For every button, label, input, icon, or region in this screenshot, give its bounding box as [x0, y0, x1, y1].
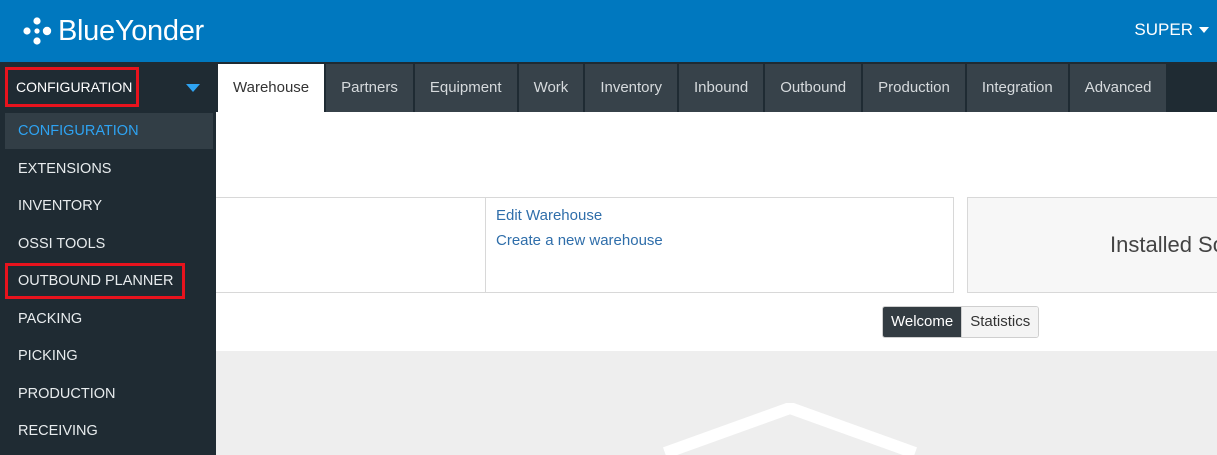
create-warehouse-link[interactable]: Create a new warehouse — [496, 232, 663, 249]
brand-name: BlueYonder — [58, 14, 204, 47]
welcome-content-area — [216, 351, 1217, 455]
dropdown-item-extensions[interactable]: EXTENSIONS — [5, 151, 213, 187]
edit-warehouse-link[interactable]: Edit Warehouse — [496, 207, 602, 224]
installed-panel: Installed So — [967, 197, 1217, 293]
module-dropdown: CONFIGURATION EXTENSIONS INVENTORY OSSI … — [0, 112, 216, 455]
warehouse-info-panel — [216, 197, 486, 293]
dropdown-item-configuration[interactable]: CONFIGURATION — [5, 113, 213, 149]
tab-integration[interactable]: Integration — [966, 64, 1068, 112]
user-menu[interactable]: SUPER — [1134, 20, 1209, 40]
chevron-down-icon[interactable] — [186, 84, 200, 92]
dropdown-item-production[interactable]: PRODUCTION — [5, 376, 213, 412]
warehouse-actions-panel: Edit Warehouse Create a new warehouse — [485, 197, 954, 293]
module-selector-button[interactable]: CONFIGURATION — [5, 67, 139, 107]
warehouse-graphic-icon — [662, 403, 918, 455]
welcome-button[interactable]: Welcome — [883, 307, 962, 337]
main-nav: CONFIGURATION Warehouse Partners Equipme… — [0, 62, 1217, 112]
installed-panel-title: Installed So — [1110, 232, 1217, 257]
tab-work[interactable]: Work — [518, 64, 584, 112]
tab-outbound[interactable]: Outbound — [765, 64, 862, 112]
view-toggle: Welcome Statistics — [882, 306, 1040, 338]
tab-production[interactable]: Production — [863, 64, 965, 112]
dropdown-item-receiving[interactable]: RECEIVING — [5, 413, 213, 449]
module-selector: CONFIGURATION — [0, 62, 216, 112]
user-name: SUPER — [1134, 20, 1193, 39]
tab-warehouse[interactable]: Warehouse — [218, 64, 325, 112]
blueyonder-logo-icon — [23, 17, 52, 45]
caret-down-icon — [1199, 27, 1209, 33]
tab-partners[interactable]: Partners — [326, 64, 413, 112]
dropdown-item-packing[interactable]: PACKING — [5, 301, 213, 337]
tab-bar: Warehouse Partners Equipment Work Invent… — [218, 64, 1168, 112]
brand-logo[interactable]: BlueYonder — [22, 14, 204, 48]
tab-equipment[interactable]: Equipment — [414, 64, 517, 112]
app-header: BlueYonder SUPER — [0, 0, 1217, 62]
tab-advanced[interactable]: Advanced — [1069, 64, 1167, 112]
dropdown-item-ossi-tools[interactable]: OSSI TOOLS — [5, 226, 213, 262]
dropdown-item-outbound-planner[interactable]: OUTBOUND PLANNER — [5, 263, 185, 299]
statistics-button[interactable]: Statistics — [961, 307, 1039, 337]
tab-inbound[interactable]: Inbound — [679, 64, 764, 112]
dropdown-item-inventory[interactable]: INVENTORY — [5, 188, 213, 224]
dropdown-item-picking[interactable]: PICKING — [5, 338, 213, 374]
tab-inventory[interactable]: Inventory — [585, 64, 678, 112]
